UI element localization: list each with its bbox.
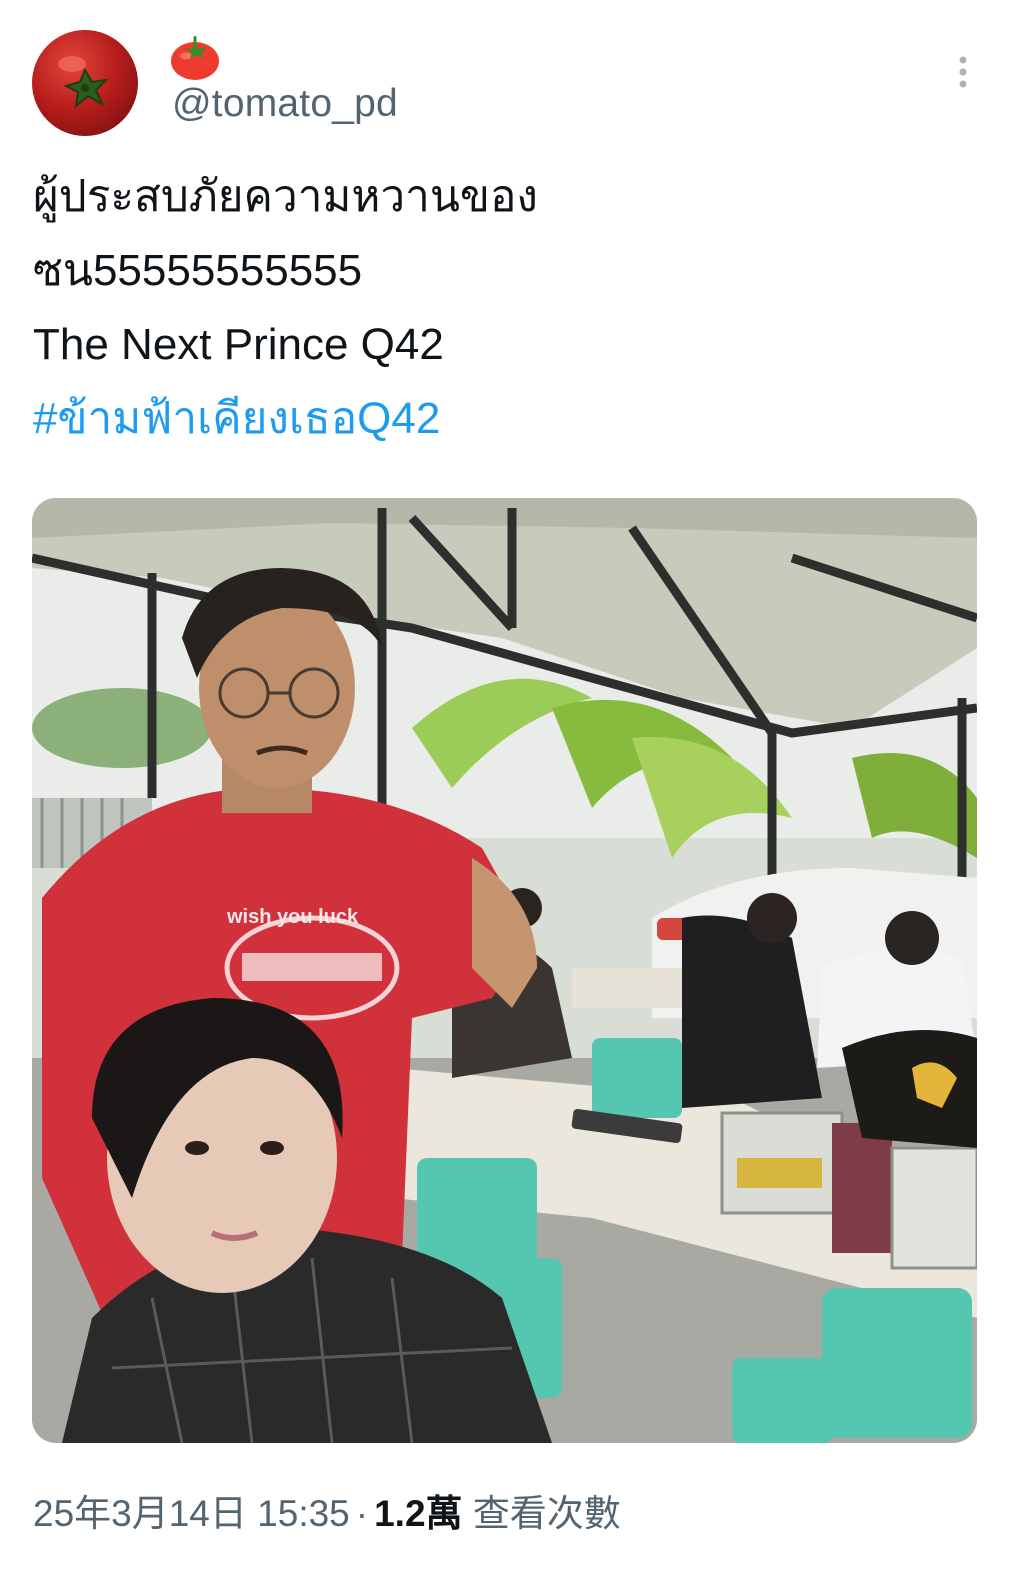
tweet-text: ผู้ประสบภัยความหวานของ ซน55555555555 The… bbox=[33, 160, 993, 456]
views-label: 查看次數 bbox=[472, 1493, 621, 1534]
tweet-text-line: The Next Prince Q42 bbox=[33, 320, 444, 369]
tomato-avatar-icon bbox=[58, 56, 109, 109]
shirt-text: wish you luck bbox=[226, 906, 359, 928]
author-handle[interactable]: @tomato_pd bbox=[172, 82, 398, 126]
photo-illustration: wish you luck bbox=[32, 498, 977, 1443]
hashtag-link[interactable]: #ข้ามฟ้าเคียงเธอQ42 bbox=[33, 382, 993, 456]
tweet-text-line: ซน55555555555 bbox=[33, 246, 363, 295]
views-count: 1.2萬 bbox=[374, 1493, 463, 1534]
timestamp[interactable]: 25年3月14日 15:35 bbox=[33, 1493, 350, 1534]
author-display-name[interactable] bbox=[168, 32, 222, 82]
tweet-card: @tomato_pd ผู้ประสบภัยความหวานของ ซน5555… bbox=[0, 0, 1025, 1596]
more-vertical-icon bbox=[959, 56, 967, 88]
more-options-button[interactable] bbox=[950, 52, 976, 92]
tweet-photo[interactable]: wish you luck bbox=[32, 498, 977, 1443]
tweet-meta: 25年3月14日 15:35 · 1.2萬 查看次數 bbox=[33, 1483, 621, 1537]
meta-separator: · bbox=[355, 1493, 369, 1534]
tomato-emoji-icon bbox=[171, 36, 219, 80]
tweet-text-line: ผู้ประสบภัยความหวานของ bbox=[33, 172, 538, 221]
author-avatar[interactable] bbox=[32, 30, 138, 136]
